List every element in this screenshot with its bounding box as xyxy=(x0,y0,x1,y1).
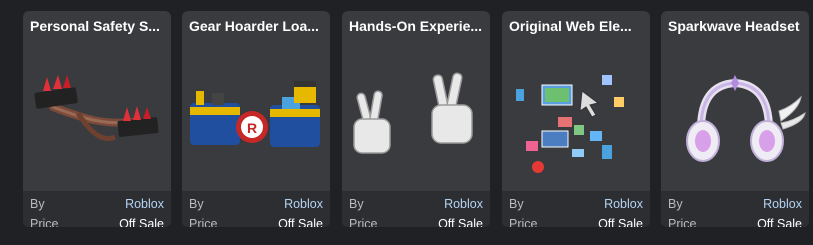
price-value: Off Sale xyxy=(119,217,164,227)
price-label: Price xyxy=(509,217,538,227)
creator-link[interactable]: Roblox xyxy=(763,197,802,211)
creator-link[interactable]: Roblox xyxy=(444,197,483,211)
peace-sign-hands-thumbnail xyxy=(353,72,473,154)
price-label: Price xyxy=(668,217,697,227)
item-meta: By Roblox Price Off Sale xyxy=(502,191,650,227)
item-title[interactable]: Sparkwave Headset xyxy=(668,18,804,34)
price-value: Off Sale xyxy=(757,217,802,227)
headset-thumbnail xyxy=(686,75,806,162)
item-title[interactable]: Gear Hoarder Loa... xyxy=(189,18,325,34)
catalog-item-row: Personal Safety S... By Roblox Price Off… xyxy=(0,0,813,245)
by-label: By xyxy=(509,197,524,211)
item-meta: By Roblox Price Off Sale xyxy=(182,191,330,227)
web-elements-thumbnail xyxy=(516,75,624,173)
item-title[interactable]: Original Web Ele... xyxy=(509,18,645,34)
item-thumbnail[interactable]: R xyxy=(182,45,330,191)
item-title[interactable]: Personal Safety S... xyxy=(30,18,166,34)
item-thumbnail[interactable] xyxy=(23,45,171,191)
item-card-personal-safety[interactable]: Personal Safety S... By Roblox Price Off… xyxy=(23,11,171,227)
price-value: Off Sale xyxy=(278,217,323,227)
by-label: By xyxy=(189,197,204,211)
creator-link[interactable]: Roblox xyxy=(604,197,643,211)
by-label: By xyxy=(349,197,364,211)
by-label: By xyxy=(30,197,45,211)
price-label: Price xyxy=(349,217,378,227)
price-value: Off Sale xyxy=(438,217,483,227)
svg-text:R: R xyxy=(247,120,257,136)
item-title[interactable]: Hands-On Experie... xyxy=(349,18,485,34)
spiked-bracers-thumbnail xyxy=(34,75,159,141)
price-label: Price xyxy=(189,217,218,227)
item-card-web-elements[interactable]: Original Web Ele... By Roblox Price Off … xyxy=(502,11,650,227)
by-label: By xyxy=(668,197,683,211)
creator-link[interactable]: Roblox xyxy=(125,197,164,211)
gear-pack-thumbnail: R xyxy=(190,81,320,147)
item-thumbnail[interactable] xyxy=(661,45,809,191)
item-card-hands-on[interactable]: Hands-On Experie... By Roblox Price Off … xyxy=(342,11,490,227)
price-label: Price xyxy=(30,217,59,227)
item-meta: By Roblox Price Off Sale xyxy=(23,191,171,227)
item-card-gear-hoarder[interactable]: Gear Hoarder Loa... R By Roblox Price Of… xyxy=(182,11,330,227)
item-meta: By Roblox Price Off Sale xyxy=(342,191,490,227)
creator-link[interactable]: Roblox xyxy=(284,197,323,211)
price-value: Off Sale xyxy=(598,217,643,227)
item-thumbnail[interactable] xyxy=(502,45,650,191)
item-card-sparkwave-headset[interactable]: Sparkwave Headset By Roblox Price Off Sa… xyxy=(661,11,809,227)
item-thumbnail[interactable] xyxy=(342,45,490,191)
item-meta: By Roblox Price Off Sale xyxy=(661,191,809,227)
